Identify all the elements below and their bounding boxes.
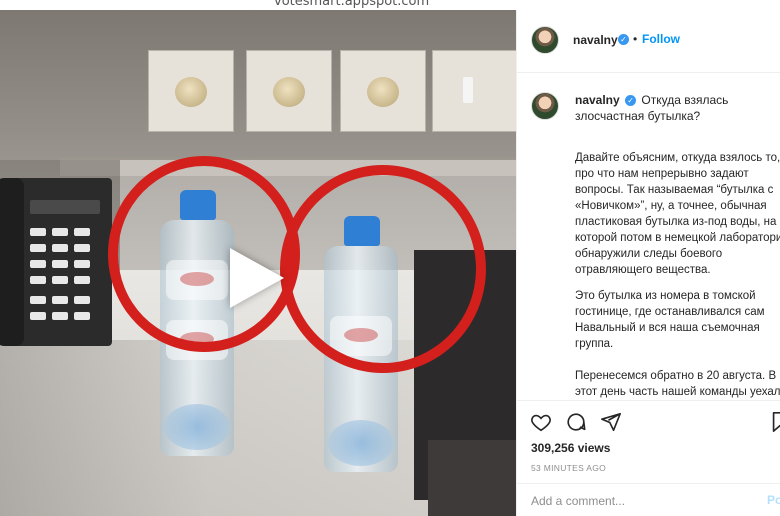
video-ledge [60,158,516,176]
video-outlet-panel [246,50,332,132]
comment-form: Post [517,483,780,516]
comment-icon[interactable] [565,411,587,433]
follow-button[interactable]: Follow [642,32,680,46]
separator-dot: • [633,32,638,46]
video-black-case-lower [428,440,516,516]
post-timestamp[interactable]: 53 MINUTES AGO [531,463,606,473]
view-count[interactable]: 309,256 views [531,441,610,455]
caption-paragraph: Перенесемся обратно в 20 августа. В этот… [575,370,780,398]
video-outlet-panel [432,50,516,132]
play-icon[interactable] [230,248,284,308]
avatar[interactable] [531,26,559,54]
username[interactable]: navalny [573,33,618,47]
video-outlet-panel [148,50,234,132]
video-outlet-panel [340,50,426,132]
paper-plane-icon[interactable] [600,411,622,433]
post-header: navalny ✓ • Follow [517,10,780,73]
bookmark-icon[interactable] [769,411,780,433]
source-url-text: votesmart.appspot.com [274,0,430,9]
caption-paragraph: Давайте объясним, откуда взялось то, про… [575,152,780,276]
video-red-circle-right [280,165,486,373]
caption-avatar[interactable] [531,92,559,120]
video-desk-phone [0,178,112,346]
post-comment-button[interactable]: Post [767,493,780,507]
verified-badge-icon: ✓ [618,34,629,45]
video-player[interactable] [0,10,516,516]
source-watermark: votesmart.appspot.com [0,0,780,10]
verified-badge-icon: ✓ [625,95,637,107]
caption-username[interactable]: navalny [575,93,620,107]
post-sidebar: navalny ✓ • Follow navalny ✓ Откуда взял… [516,10,780,516]
heart-icon[interactable] [530,411,552,433]
caption-paragraph: Это бутылка из номера в томской гостиниц… [575,290,765,350]
caption-title: navalny ✓ Откуда взялась злосчастная бут… [575,92,775,124]
caption-area: navalny ✓ Откуда взялась злосчастная бут… [517,74,780,400]
post-actions: 309,256 views 53 MINUTES AGO Post [517,400,780,516]
comment-input[interactable] [531,493,731,509]
